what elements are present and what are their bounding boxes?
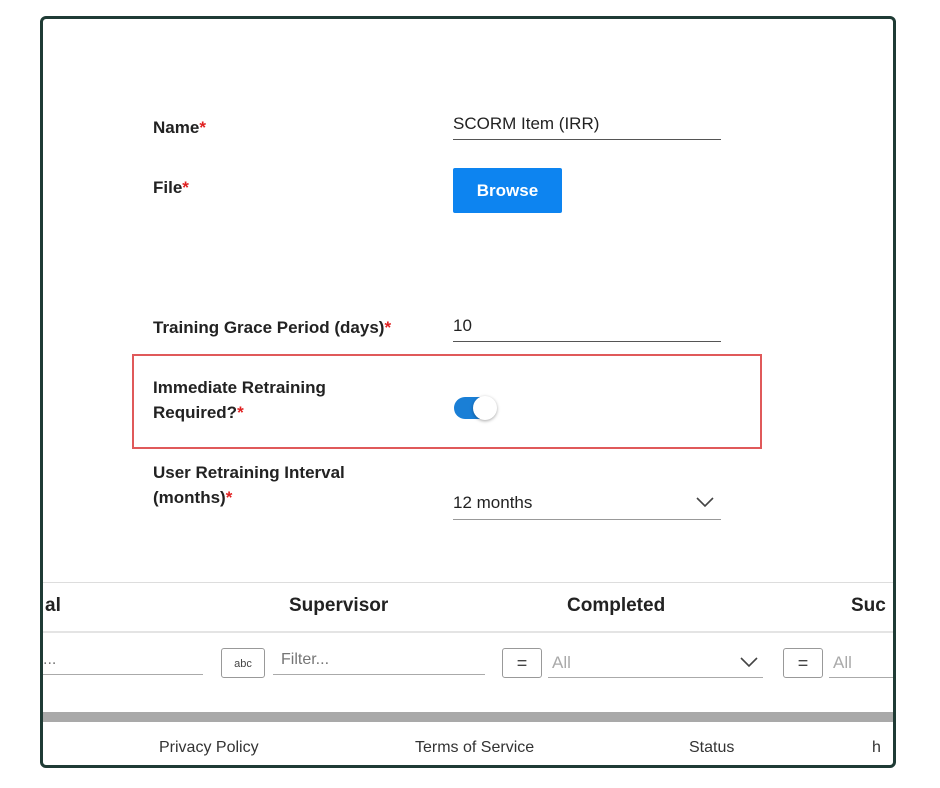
immediate-retraining-toggle[interactable] — [454, 396, 497, 420]
browse-button[interactable]: Browse — [453, 168, 562, 213]
column-header-completed[interactable]: Completed — [567, 595, 665, 617]
equals-operator-button[interactable]: = — [783, 648, 823, 678]
chevron-down-icon — [695, 495, 715, 514]
column-header-partial-right[interactable]: Suc — [851, 595, 886, 617]
file-label: File* — [153, 178, 189, 197]
name-input[interactable]: SCORM Item (IRR) — [453, 114, 721, 140]
completed-filter-select[interactable]: All — [548, 645, 763, 678]
horizontal-scrollbar[interactable] — [43, 712, 893, 722]
required-mark: * — [199, 118, 206, 137]
partial-filter-select[interactable]: All — [829, 645, 893, 678]
required-mark: * — [182, 178, 189, 197]
interval-value: 12 months — [453, 493, 533, 512]
app-frame: Name* SCORM Item (IRR) File* Browse Trai… — [40, 16, 896, 768]
chevron-down-icon — [739, 655, 759, 674]
grid-filter-row: abc = All = All — [43, 632, 893, 688]
terms-of-service-link[interactable]: Terms of Service — [415, 739, 534, 757]
retraining-interval-select[interactable]: 12 months — [453, 493, 721, 520]
immediate-retraining-label: Immediate Retraining Required?* — [153, 378, 326, 422]
footer-link-partial[interactable]: h — [872, 739, 881, 757]
completed-filter-value: All — [552, 653, 571, 672]
supervisor-filter-input[interactable] — [273, 645, 485, 675]
column-header-partial[interactable]: al — [45, 595, 61, 617]
grace-period-input[interactable]: 10 — [453, 316, 721, 342]
privacy-policy-link[interactable]: Privacy Policy — [159, 739, 259, 757]
status-link[interactable]: Status — [689, 739, 734, 757]
grid-header: al Supervisor Completed Suc — [43, 582, 893, 633]
partial-filter-value: All — [833, 653, 852, 672]
required-mark: * — [225, 488, 233, 507]
toggle-knob — [473, 396, 497, 420]
name-label: Name* — [153, 118, 206, 137]
required-mark: * — [237, 403, 244, 422]
grace-period-label: Training Grace Period (days)* — [153, 318, 392, 337]
column-header-supervisor[interactable]: Supervisor — [289, 595, 388, 617]
required-mark: * — [384, 318, 392, 337]
text-filter-icon[interactable]: abc — [221, 648, 265, 678]
name-value: SCORM Item (IRR) — [453, 114, 600, 133]
grace-period-value: 10 — [453, 316, 472, 335]
equals-operator-button[interactable]: = — [502, 648, 542, 678]
retraining-interval-label: User Retraining Interval (months)* — [153, 463, 345, 507]
filter-input-partial[interactable] — [43, 645, 203, 675]
